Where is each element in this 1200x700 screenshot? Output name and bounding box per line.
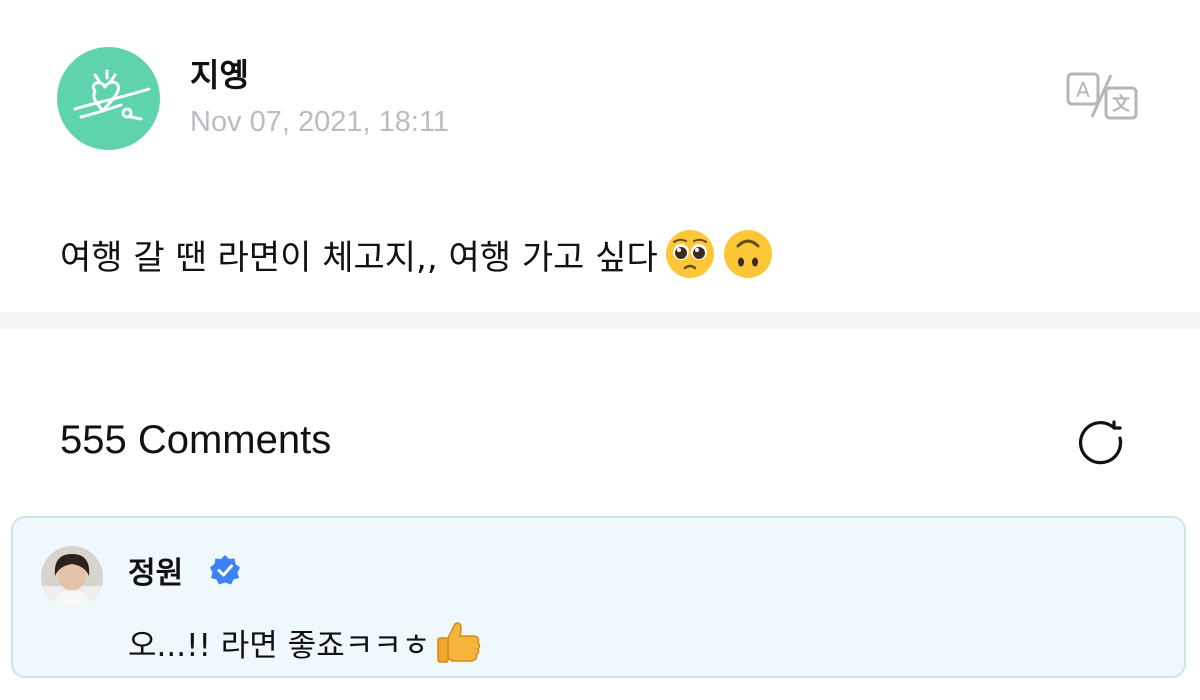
post-content: 여행 갈 땐 라면이 체고지,, 여행 가고 싶다 xyxy=(60,228,774,280)
comment-item[interactable]: 정원 오...!! 라면 좋죠ㅋㅋㅎ xyxy=(11,516,1186,678)
verified-badge-icon xyxy=(210,555,240,585)
comment-content: 오...!! 라면 좋죠ㅋㅋㅎ xyxy=(128,616,484,668)
upside-down-face-emoji xyxy=(723,230,772,278)
svg-text:A: A xyxy=(1076,78,1090,102)
commenter-avatar[interactable] xyxy=(41,546,103,608)
profile-photo-icon xyxy=(41,546,103,608)
post-header: 지옝 Nov 07, 2021, 18:11 A 文 xyxy=(0,0,1200,170)
refresh-button[interactable] xyxy=(1073,414,1133,474)
translate-icon: A 文 xyxy=(1066,72,1138,120)
author-avatar[interactable] xyxy=(57,47,160,150)
avatar-doodle-icon xyxy=(73,69,151,121)
author-name[interactable]: 지옝 xyxy=(190,50,249,96)
refresh-icon xyxy=(1078,420,1123,465)
comment-text: 오...!! 라면 좋죠ㅋㅋㅎ xyxy=(128,627,431,664)
translate-button[interactable]: A 文 xyxy=(1065,71,1139,121)
post-text: 여행 갈 땐 라면이 체고지,, 여행 가고 싶다 xyxy=(60,237,658,278)
comments-count: 555 Comments xyxy=(60,418,332,462)
commenter-name[interactable]: 정원 xyxy=(128,548,183,592)
post-timestamp: Nov 07, 2021, 18:11 xyxy=(190,106,450,138)
svg-text:文: 文 xyxy=(1112,93,1131,115)
section-divider xyxy=(0,312,1200,329)
thumbs-up-emoji xyxy=(437,622,481,663)
pleading-face-emoji xyxy=(665,230,714,278)
